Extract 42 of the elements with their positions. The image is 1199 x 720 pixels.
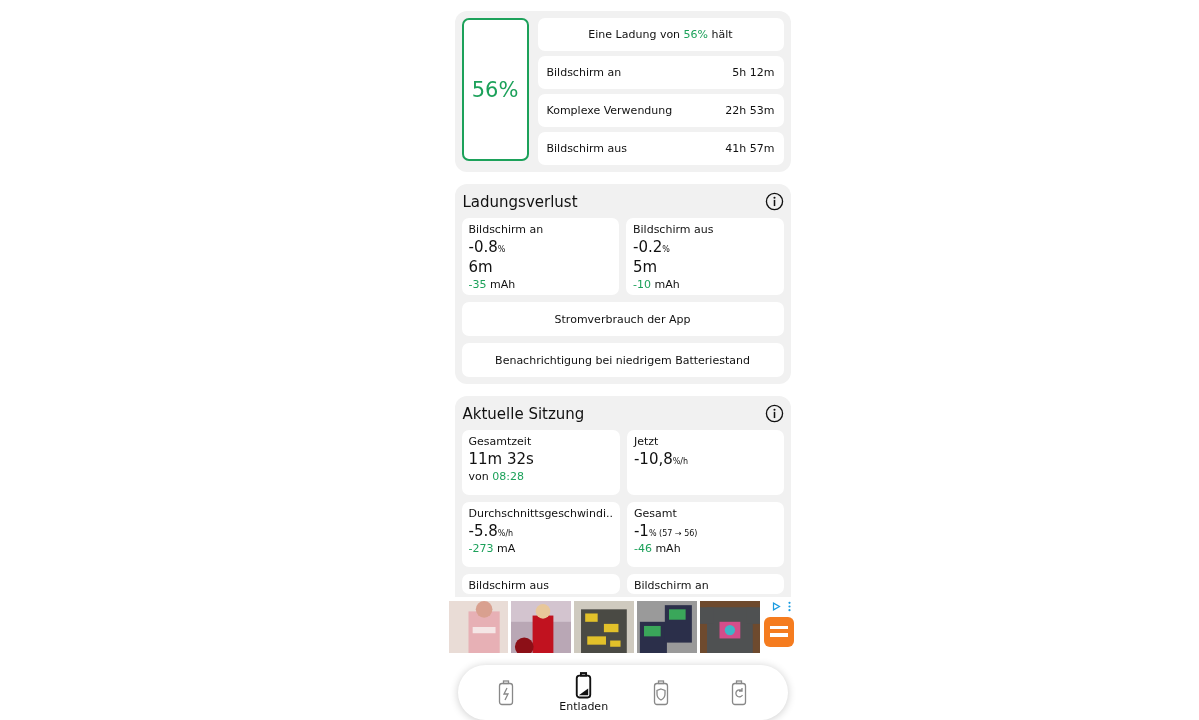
card-title: Jetzt: [633, 435, 660, 448]
row-label: Bildschirm an: [546, 66, 622, 79]
card-subtext: -10 mAh: [633, 278, 681, 291]
option-button[interactable]: Stromverbrauch der App: [461, 302, 784, 336]
card-title: Gesamt: [633, 507, 678, 520]
battery-bolt-icon: [498, 679, 515, 706]
card-subtext: -273 mA: [468, 542, 517, 555]
card-value: -5.8%/h: [468, 522, 515, 540]
card-title: Bildschirm aus: [633, 223, 715, 236]
card-subtext: von 08:28: [468, 470, 525, 483]
row-label: Bildschirm aus: [546, 142, 627, 155]
card-title: Bildschirm aus: [468, 579, 550, 592]
card-value: 11m 32s: [468, 450, 535, 468]
row-label: Komplexe Verwendung: [546, 104, 673, 117]
card-value: -1% (57 → 56): [633, 522, 699, 540]
card-value: -0.2%: [633, 238, 671, 256]
section-title: Ladungsverlust: [462, 192, 578, 211]
card-duration: 5m: [633, 258, 659, 276]
battery-shield-icon: [653, 679, 670, 706]
card-duration: 6m: [468, 258, 494, 276]
card-value: -10,8%/h: [633, 450, 690, 468]
card-title: Durchschnittsgeschwindi..: [468, 507, 613, 520]
info-icon[interactable]: [764, 404, 784, 423]
battery-level-display: 56%: [461, 18, 529, 161]
battery-icon: [575, 672, 593, 699]
row-value: 22h 53m: [725, 104, 775, 117]
card-title: Gesamtzeit: [468, 435, 533, 448]
card-subtext: -46 mAh: [633, 542, 682, 555]
section-title: Aktuelle Sitzung: [462, 404, 585, 423]
card-title: Bildschirm an: [468, 223, 545, 236]
row-value: 41h 57m: [725, 142, 775, 155]
card-title: Bildschirm an: [633, 579, 710, 592]
ad-choices-icon[interactable]: [772, 601, 782, 612]
nav-tab[interactable]: Entladen: [553, 672, 614, 713]
option-button[interactable]: Benachrichtigung bei niedrigem Batteriestand: [461, 343, 784, 377]
row-value: 5h 12m: [732, 66, 775, 79]
summary-headline: Eine Ladung von 56% hält: [537, 18, 784, 51]
battery-refresh-icon: [730, 679, 747, 706]
shop-logo-icon[interactable]: [763, 617, 794, 647]
card-value: -0.8%: [468, 238, 507, 256]
card-subtext: -35 mAh: [468, 278, 517, 291]
info-icon[interactable]: [764, 192, 784, 211]
